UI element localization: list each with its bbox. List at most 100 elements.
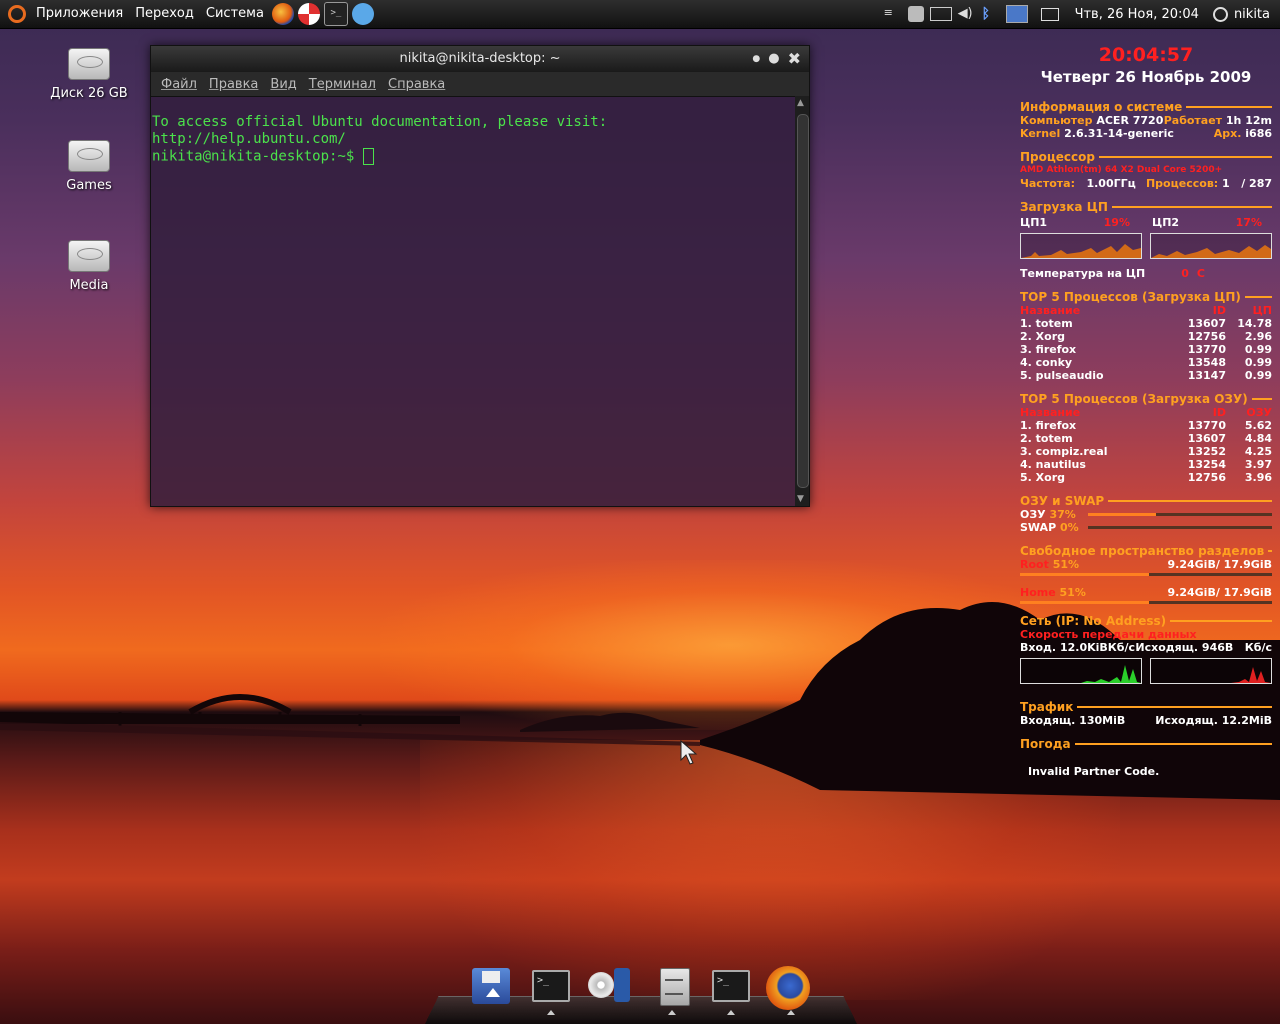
process-row: 3. firefox 13770 0.99 — [1020, 343, 1272, 356]
menu-system[interactable]: Система — [200, 0, 270, 28]
weather-text: Invalid Partner Code. — [1028, 765, 1160, 778]
ram-label: ОЗУ — [1020, 508, 1046, 521]
ram-bar — [1088, 513, 1272, 516]
tools-icon[interactable] — [907, 6, 924, 22]
panel-user[interactable]: nikita — [1234, 7, 1270, 22]
menu-applications[interactable]: Приложения — [30, 0, 129, 28]
volume-icon[interactable]: ◀) — [958, 6, 976, 22]
kernel-value: 2.6.31-14-generic — [1064, 127, 1174, 140]
col-name: Название — [1020, 406, 1081, 419]
terminal-scrollbar[interactable]: ▲ ▼ — [795, 96, 809, 506]
section-top-cpu: TOP 5 Процессов (Загрузка ЦП) — [1020, 290, 1272, 304]
root-usage: 9.24GiB/ 17.9GiB — [1167, 558, 1273, 571]
keyboard-icon[interactable] — [929, 7, 952, 21]
in-value: 130MiB — [1079, 714, 1126, 727]
drive-icon — [68, 140, 110, 172]
window-title: nikita@nikita-desktop: ~ — [399, 51, 561, 66]
up-value: 946B — [1201, 641, 1234, 654]
dock-item-files[interactable] — [652, 966, 696, 1006]
dock-item-save[interactable] — [470, 966, 514, 1006]
ubuntu-logo-icon[interactable] — [8, 5, 26, 23]
dock-item-terminal-2[interactable]: >_ — [710, 966, 754, 1006]
terminal-icon: >_ — [532, 970, 570, 1002]
dock-item-terminal[interactable]: >_ — [530, 966, 574, 1006]
desktop-icon-disk[interactable]: Диск 26 GB — [34, 48, 144, 101]
terminal-menubar: Файл Правка Вид Терминал Справка — [151, 72, 809, 97]
power-icon[interactable] — [1212, 6, 1228, 22]
scroll-down-icon[interactable]: ▼ — [797, 494, 804, 504]
desktop-icon-games[interactable]: Games — [34, 140, 144, 193]
menu-terminal[interactable]: Терминал — [309, 77, 376, 92]
menu-edit[interactable]: Правка — [209, 77, 258, 92]
terminal-titlebar[interactable]: nikita@nikita-desktop: ~ ● ● ✖ — [151, 46, 809, 72]
running-indicator-icon — [727, 1010, 735, 1015]
desktop-icon-media[interactable]: Media — [34, 240, 144, 293]
out-label: Исходящ. — [1155, 714, 1218, 727]
firefox-icon[interactable] — [271, 3, 294, 25]
menu-places[interactable]: Переход — [129, 0, 200, 28]
home-usage: 9.24GiB/ 17.9GiB — [1167, 586, 1273, 599]
net-up-graph — [1150, 658, 1272, 684]
running-indicator-icon — [787, 1010, 795, 1015]
terminal-output[interactable]: To access official Ubuntu documentation,… — [152, 114, 792, 504]
section-traffic: Трафик — [1020, 700, 1272, 714]
menu-file[interactable]: Файл — [161, 77, 197, 92]
net-speed-label: Скорость передачи данных — [1020, 628, 1197, 641]
menu-icon[interactable]: ≡ — [884, 6, 902, 22]
scrollbar-thumb[interactable] — [797, 114, 809, 488]
cpu-row-freq: Частота: 1.00ГГц Процессов: 1 / 287 — [1020, 177, 1272, 190]
process-name: 2. Xorg — [1020, 330, 1065, 343]
conky-date: Четверг 26 Ноябрь 2009 — [1040, 68, 1252, 86]
sysinfo-row-kernel: Kernel 2.6.31-14-generic Арх. i686 — [1020, 127, 1272, 140]
process-row: 1. totem 13607 14.78 — [1020, 317, 1272, 330]
process-id: 13254 — [1187, 458, 1226, 471]
panel-clock[interactable]: Чтв, 26 Ноя, 20:04 — [1075, 7, 1199, 22]
root-pct: 51% — [1052, 558, 1080, 571]
mail-icon[interactable] — [1040, 7, 1059, 21]
terminal-prompt-line: nikita@nikita-desktop:~$ — [152, 148, 792, 166]
freq-value: 1.00ГГц — [1086, 177, 1136, 190]
cpu1-value: 19% — [1103, 216, 1130, 229]
root-bar-fill — [1020, 573, 1149, 576]
dock-item-media[interactable] — [588, 966, 632, 1006]
swap-value: 0% — [1059, 521, 1079, 534]
terminal-line: http://help.ubuntu.com/ — [152, 131, 346, 147]
process-id: 13607 — [1187, 317, 1226, 330]
conky-clock: 20:04:57 — [1098, 44, 1194, 66]
process-row: 5. Xorg 12756 3.96 — [1020, 471, 1272, 484]
dock-item-firefox[interactable] — [766, 966, 810, 1010]
desktop-icon-label: Games — [66, 178, 112, 193]
swap-bar — [1088, 526, 1272, 529]
close-icon[interactable]: ✖ — [788, 46, 801, 72]
firefox-icon — [766, 966, 810, 1010]
uptime-value: 1h 12m — [1225, 114, 1272, 127]
sysinfo-row-computer: Компьютер ACER 7720 Работает 1h 12m — [1020, 114, 1272, 127]
menu-help[interactable]: Справка — [388, 77, 445, 92]
root-label: Root — [1020, 558, 1049, 571]
terminal-icon[interactable]: >_ — [323, 2, 348, 26]
drive-icon — [68, 240, 110, 272]
network-icon[interactable] — [1005, 5, 1028, 23]
terminal-line: To access official Ubuntu documentation,… — [152, 114, 608, 130]
top-mem-header-row: Название ID ОЗУ — [1020, 406, 1272, 419]
bluetooth-icon[interactable]: ᛒ — [982, 6, 1000, 22]
process-value: 0.99 — [1244, 369, 1272, 382]
process-row: 5. pulseaudio 13147 0.99 — [1020, 369, 1272, 382]
col-id: ID — [1212, 304, 1226, 317]
help-icon[interactable] — [297, 3, 320, 25]
menu-view[interactable]: Вид — [270, 77, 296, 92]
col-value: ЦП — [1252, 304, 1272, 317]
scroll-up-icon[interactable]: ▲ — [797, 98, 804, 108]
process-row: 3. compiz.real 13252 4.25 — [1020, 445, 1272, 458]
ram-row: ОЗУ 37% — [1020, 508, 1272, 521]
terminal-icon: >_ — [712, 970, 750, 1002]
desktop-icon-label: Media — [69, 278, 109, 293]
process-name: 4. conky — [1020, 356, 1073, 369]
terminal-window[interactable]: nikita@nikita-desktop: ~ ● ● ✖ Файл Прав… — [150, 45, 810, 507]
section-cpu-load: Загрузка ЦП — [1020, 200, 1272, 214]
temp-value: 0 — [1181, 267, 1189, 280]
process-id: 12756 — [1187, 471, 1226, 484]
pidgin-icon[interactable] — [351, 3, 374, 25]
minimize-icon[interactable]: ● — [752, 46, 760, 72]
maximize-icon[interactable]: ● — [768, 46, 779, 72]
